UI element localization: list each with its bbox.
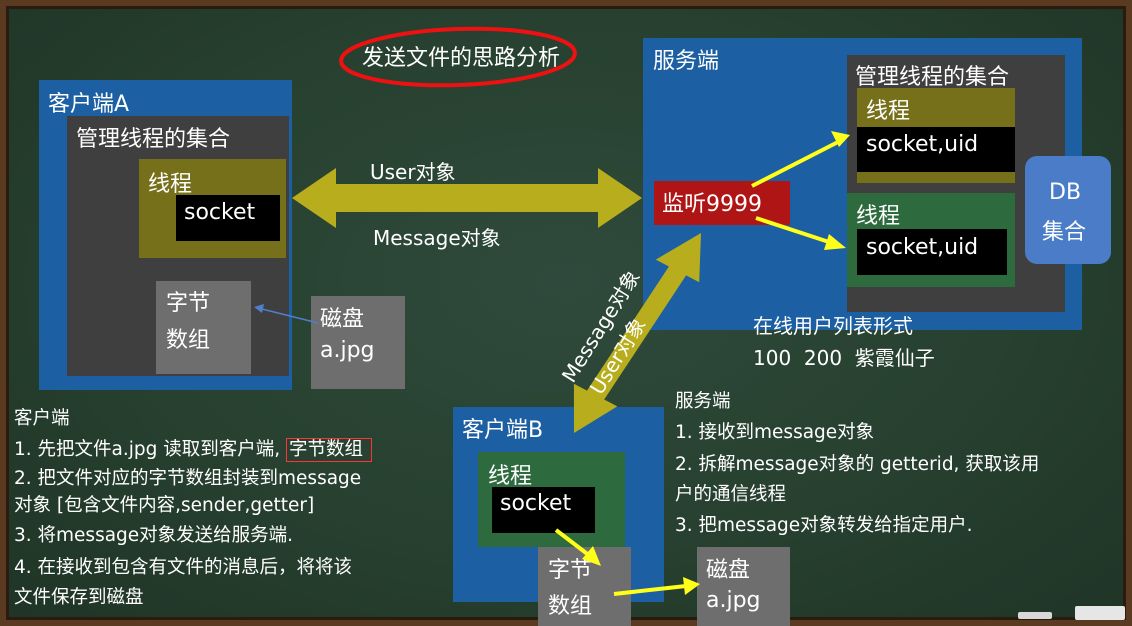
arrow-disk-to-bytes-a-head <box>254 304 264 313</box>
double-arrow-horizontal <box>292 168 642 228</box>
arrow-listen-to-thread2 <box>755 216 833 245</box>
arrow-socket-to-bytes-b-head <box>582 546 601 566</box>
chalk-eraser <box>1075 606 1125 620</box>
arrow-socket-to-bytes-b <box>554 528 592 558</box>
arrow-listen-to-thread1 <box>751 140 839 188</box>
diagram-overlay: Message对象 User对象 <box>254 26 850 596</box>
listen-to-thread-arrows <box>751 131 850 250</box>
arrow-bytes-to-disk-b-head <box>683 577 700 595</box>
chalk-piece <box>1018 612 1052 619</box>
title-highlight-oval <box>339 26 577 88</box>
arrow-bytes-to-disk-b <box>613 584 687 596</box>
chalkboard: 发送文件的思路分析 客户端A 管理线程的集合 线程 socket 字节 数组 磁… <box>0 0 1132 626</box>
arrow-disk-to-bytes-a <box>261 308 319 324</box>
arrow-listen-to-thread2-head <box>824 234 846 250</box>
